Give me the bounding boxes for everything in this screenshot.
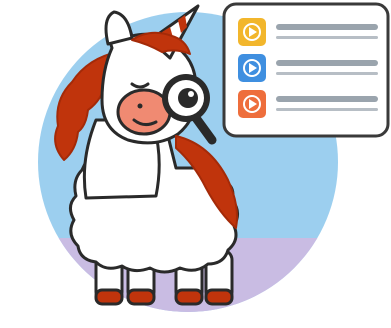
row-subtext-line	[276, 108, 378, 111]
row-text-line	[276, 60, 378, 66]
row-text-line	[276, 96, 378, 102]
magnified-pupil	[178, 88, 198, 108]
playlist-card	[222, 2, 390, 138]
row-text-line	[276, 24, 378, 30]
llama-ear	[104, 10, 134, 46]
row-subtext-line	[276, 36, 378, 39]
row-subtext-line	[276, 72, 378, 75]
llama-nostril	[137, 103, 143, 109]
illustration	[38, 2, 390, 312]
